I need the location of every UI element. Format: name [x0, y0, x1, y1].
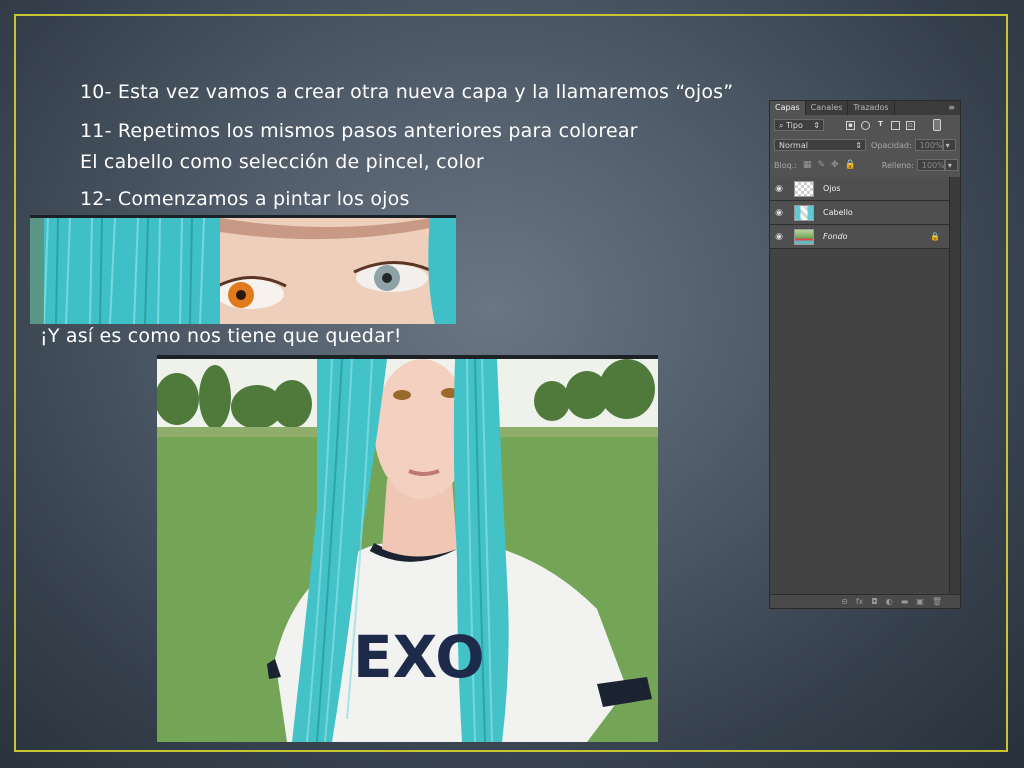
shirt-print-text: EXO [353, 623, 485, 691]
visibility-eye-icon[interactable]: ◉ [770, 208, 788, 218]
filter-select-label: Tipo [786, 121, 803, 130]
tab-canales[interactable]: Canales [806, 101, 849, 115]
panel-menu-icon[interactable]: ≡ [943, 101, 960, 115]
layer-cabello[interactable]: ◉ Cabello [770, 201, 950, 225]
adjustment-icon[interactable]: ◐ [886, 597, 893, 606]
opacity-dropdown-icon[interactable]: ▾ [942, 139, 956, 151]
layer-ojos[interactable]: ◉ Ojos [770, 177, 950, 201]
layers-panel-tabs: Capas Canales Trazados ≡ [770, 101, 960, 115]
pixel-filter-icon[interactable]: ▪ [846, 120, 855, 130]
step-11-continuation-text: El cabello como selección de pincel, col… [80, 151, 484, 173]
type-filter-icon[interactable]: T [876, 120, 885, 130]
fill-dropdown-icon[interactable]: ▾ [944, 159, 958, 171]
step-10-text: 10- Esta vez vamos a crear otra nueva ca… [80, 81, 734, 103]
lock-label: Bloq.: [774, 160, 797, 170]
result-photo-drawing: EXO [157, 359, 658, 742]
link-icon[interactable]: ⊝ [841, 597, 848, 606]
blend-mode-label: Normal [779, 141, 808, 150]
layers-bottom-toolbar: ⊝ fx ◘ ◐ ▬ ▣ 🗑 [770, 594, 960, 608]
opacity-label: Opacidad: [871, 140, 912, 150]
tab-trazados[interactable]: Trazados [848, 101, 895, 115]
result-photo: EXO [157, 355, 658, 742]
lock-position-icon[interactable]: ✥ [831, 160, 839, 170]
lock-icon: 🔒 [930, 232, 940, 241]
trash-icon[interactable]: 🗑 [932, 597, 942, 606]
visibility-eye-icon[interactable]: ◉ [770, 184, 788, 194]
layers-panel: Capas Canales Trazados ≡ ⌕ Tipo ⇕ ▪ T ▫ … [769, 100, 961, 609]
adjustment-filter-icon[interactable] [861, 120, 870, 130]
blend-row: Normal ⇕ Opacidad: 100% ▾ [770, 135, 960, 155]
select-arrows-icon: ⇕ [855, 141, 862, 150]
fx-icon[interactable]: fx [856, 597, 864, 606]
result-caption: ¡Y así es como nos tiene que quedar! [40, 325, 402, 347]
filter-select[interactable]: ⌕ Tipo ⇕ [774, 119, 824, 131]
layer-fondo[interactable]: ◉ Fondo 🔒 [770, 225, 950, 249]
layers-scrollbar[interactable] [949, 177, 960, 594]
eyes-closeup-image [30, 215, 456, 324]
lock-all-icon[interactable]: 🔒 [845, 160, 856, 170]
search-icon: ⌕ [779, 121, 784, 130]
shape-filter-icon[interactable] [891, 120, 900, 130]
lock-brush-icon[interactable]: ✎ [817, 160, 825, 170]
folder-icon[interactable]: ▬ [901, 597, 909, 606]
fill-field[interactable]: 100% [916, 159, 945, 171]
tab-capas[interactable]: Capas [770, 101, 806, 115]
lock-transparent-icon[interactable]: ▦ [803, 160, 812, 170]
fill-label: Relleno: [881, 160, 914, 170]
layer-thumbnail [794, 204, 814, 221]
visibility-eye-icon[interactable]: ◉ [770, 232, 788, 242]
filter-row: ⌕ Tipo ⇕ ▪ T ▫ [770, 115, 960, 135]
layer-name[interactable]: Cabello [823, 208, 853, 217]
layer-thumbnail [794, 228, 814, 245]
new-layer-icon[interactable]: ▣ [916, 597, 924, 606]
mask-icon[interactable]: ◘ [871, 597, 877, 606]
filter-toggle-icon[interactable] [933, 119, 941, 131]
smart-object-filter-icon[interactable]: ▫ [906, 120, 915, 130]
layer-name[interactable]: Fondo [823, 232, 848, 241]
layer-name[interactable]: Ojos [823, 184, 841, 193]
eyes-closeup-drawing [30, 218, 456, 324]
step-12-text: 12- Comenzamos a pintar los ojos [80, 188, 410, 210]
blend-mode-select[interactable]: Normal ⇕ [774, 139, 866, 151]
layers-list: ◉ Ojos ◉ Cabello ◉ Fondo 🔒 [770, 177, 960, 594]
select-arrows-icon: ⇕ [813, 121, 820, 130]
layer-thumbnail [794, 180, 814, 197]
lock-row: Bloq.: ▦ ✎ ✥ 🔒 Relleno: 100% ▾ [770, 155, 960, 175]
opacity-field[interactable]: 100% [914, 139, 943, 151]
step-11-text: 11- Repetimos los mismos pasos anteriore… [80, 120, 638, 142]
